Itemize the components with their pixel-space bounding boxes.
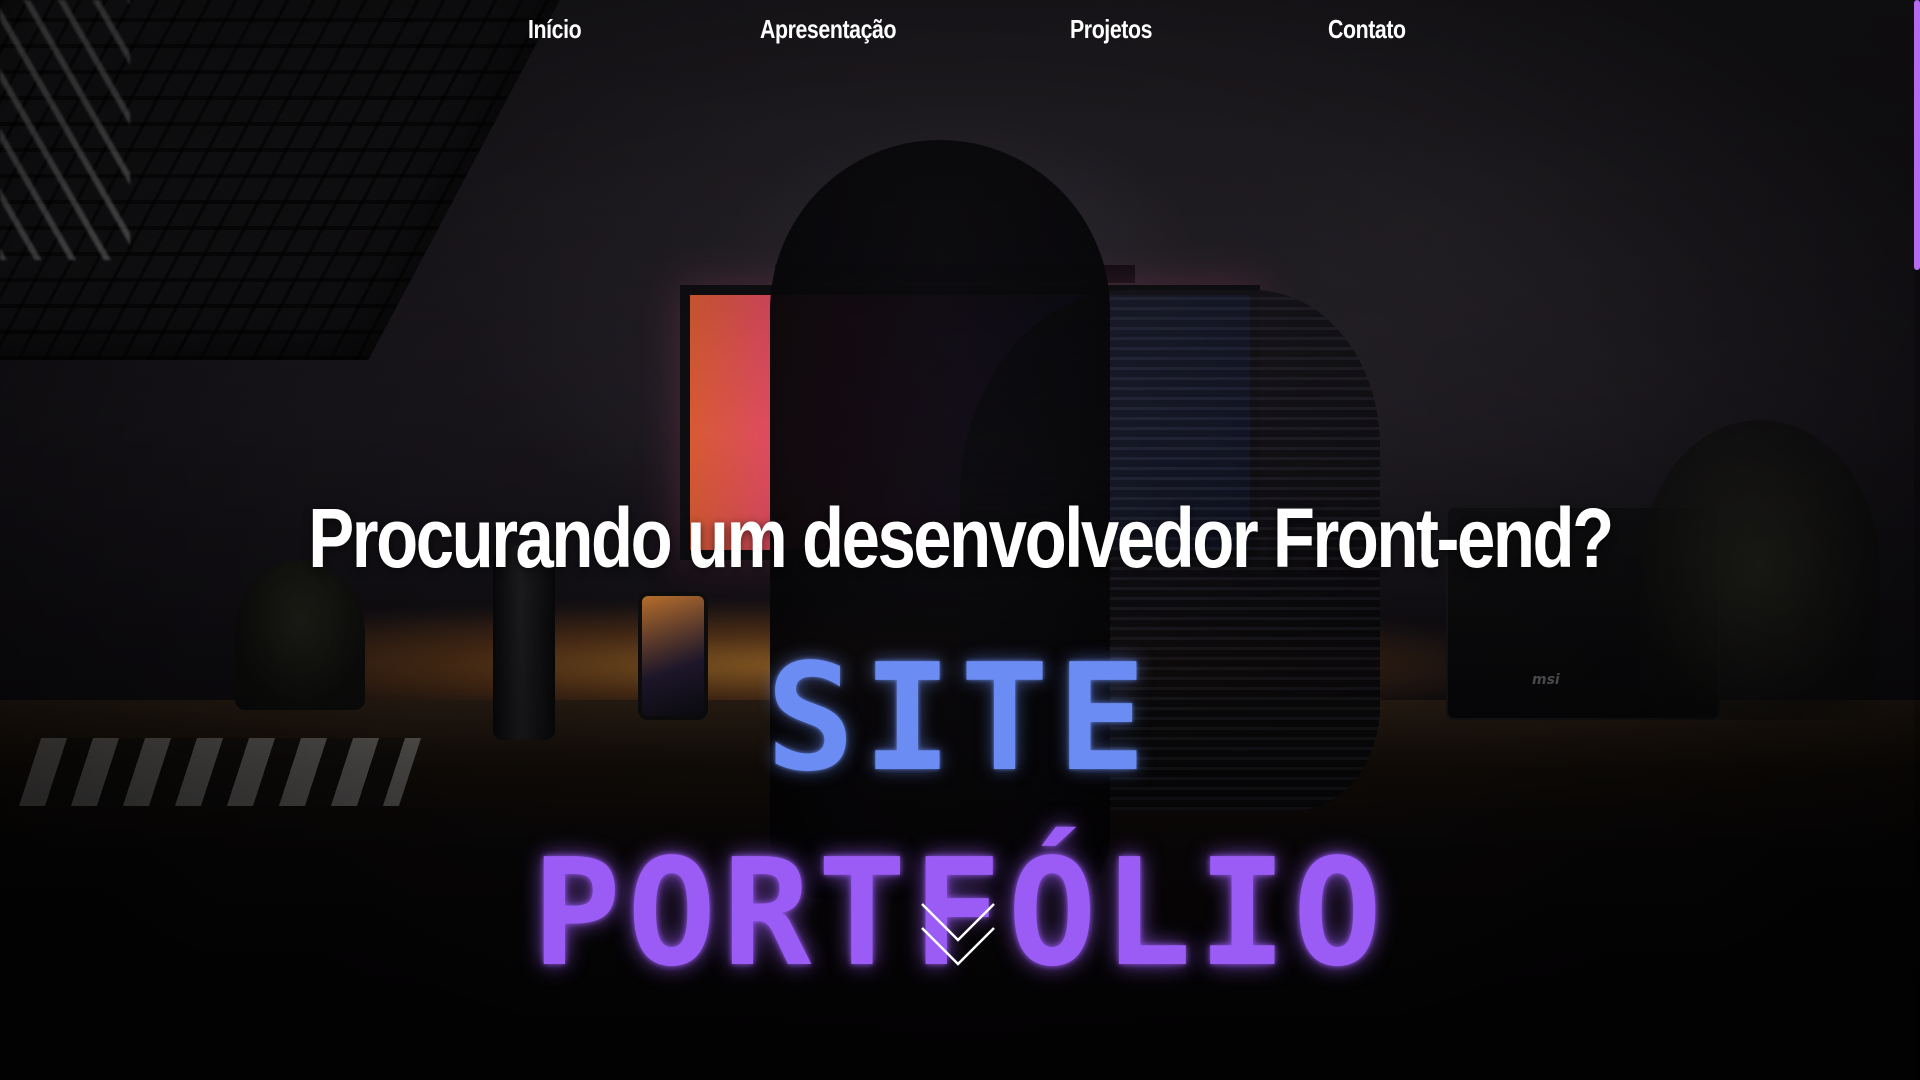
nav-item-contato[interactable]: Contato bbox=[1328, 14, 1406, 45]
nav-item-inicio[interactable]: Início bbox=[528, 14, 582, 45]
hero-headline: Procurando um desenvolvedor Front-end? bbox=[308, 490, 1614, 585]
scrollbar-thumb[interactable] bbox=[1914, 0, 1920, 270]
top-nav: Início Apresentação Projetos Contato bbox=[0, 0, 1920, 70]
hero-title-site: SITE bbox=[765, 632, 1155, 805]
chevron-down-icon bbox=[921, 903, 995, 966]
nav-item-apresentacao[interactable]: Apresentação bbox=[760, 14, 897, 45]
nav-item-projetos[interactable]: Projetos bbox=[1070, 14, 1152, 45]
hero-section: msi Início Apresentação Projetos Contato… bbox=[0, 0, 1920, 1080]
scroll-down-button[interactable] bbox=[918, 900, 998, 970]
scrollbar[interactable] bbox=[1914, 0, 1920, 1080]
